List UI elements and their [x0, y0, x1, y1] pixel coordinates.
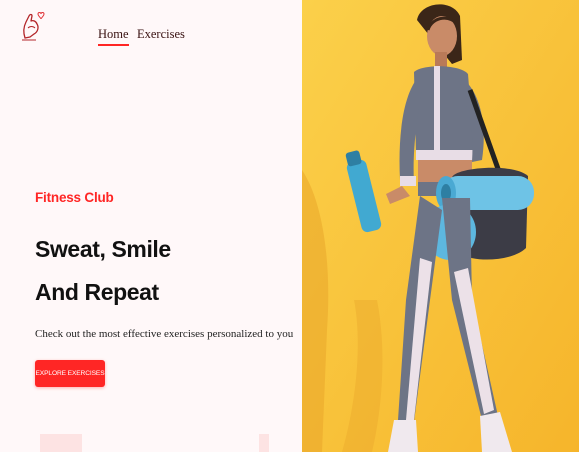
hero-tagline: Fitness Club — [35, 190, 114, 205]
hero-title-line-1: Sweat, Smile — [35, 236, 171, 262]
nav-link-home[interactable]: Home — [98, 27, 129, 46]
explore-exercises-button[interactable]: EXPLORE EXERCISES — [35, 360, 105, 387]
hero-title-line-2: And Repeat — [35, 279, 159, 305]
logo-icon[interactable] — [20, 8, 46, 42]
hero-description: Check out the most effective exercises p… — [35, 328, 294, 340]
hero-banner-image — [302, 0, 579, 452]
partial-card — [259, 434, 269, 452]
nav-link-exercises[interactable]: Exercises — [137, 27, 185, 42]
partial-card — [40, 434, 82, 452]
hero-left-pane: Home Exercises Fitness Club Sweat, Smile… — [0, 0, 302, 452]
